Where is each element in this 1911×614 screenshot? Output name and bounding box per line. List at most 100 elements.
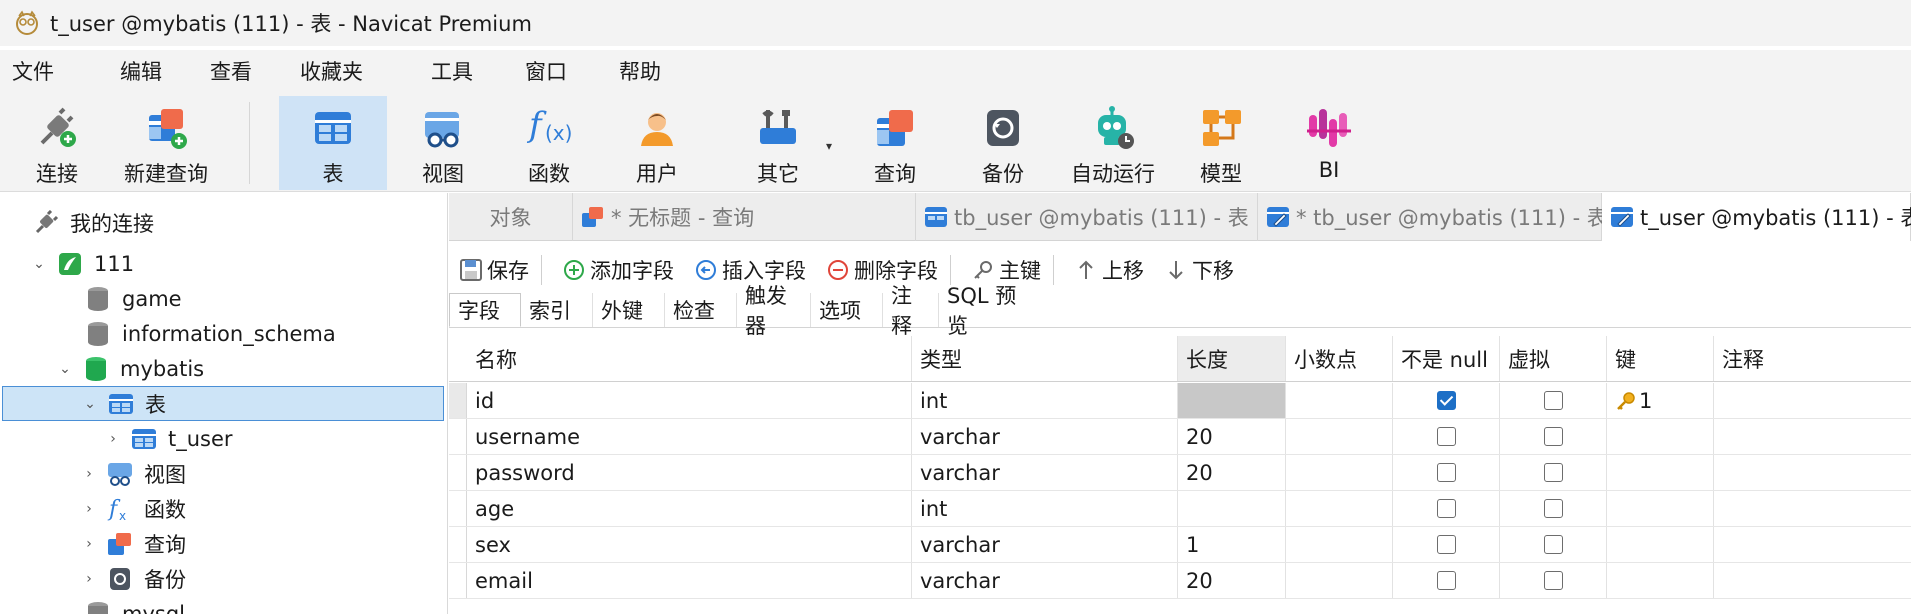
menu-tools[interactable]: 工具: [419, 50, 485, 94]
view-button[interactable]: 视图: [410, 96, 476, 190]
tab-t-user-table[interactable]: t_user @mybatis (111) - 表: [1602, 193, 1911, 241]
new-query-button[interactable]: 新建查询: [116, 96, 216, 190]
subtab-checks[interactable]: 检查: [665, 293, 737, 327]
not-null-checkbox[interactable]: [1436, 427, 1456, 446]
key-cell[interactable]: [1607, 527, 1714, 562]
column-header-comment[interactable]: 注释: [1714, 336, 1911, 381]
row-selector[interactable]: [449, 563, 467, 598]
field-name-cell[interactable]: age: [467, 491, 912, 526]
field-length-cell[interactable]: 1: [1178, 527, 1286, 562]
menu-help[interactable]: 帮助: [607, 50, 673, 94]
field-comment-cell[interactable]: [1714, 383, 1911, 418]
chevron-right-icon[interactable]: ›: [104, 431, 122, 447]
move-up-button[interactable]: 上移: [1068, 250, 1150, 290]
field-name-cell[interactable]: username: [467, 419, 912, 454]
field-decimals-cell[interactable]: [1286, 455, 1393, 490]
column-header-name[interactable]: 名称: [467, 336, 912, 381]
field-length-cell[interactable]: 20: [1178, 563, 1286, 598]
field-type-cell[interactable]: int: [912, 383, 1178, 418]
menu-view[interactable]: 查看: [198, 50, 264, 94]
connect-button[interactable]: 连接: [18, 96, 96, 190]
menu-favorites[interactable]: 收藏夹: [288, 50, 375, 94]
field-name-cell[interactable]: email: [467, 563, 912, 598]
subtab-indexes[interactable]: 索引: [521, 293, 593, 327]
field-decimals-cell[interactable]: [1286, 419, 1393, 454]
table-row[interactable]: email varchar 20: [449, 563, 1911, 599]
chevron-right-icon[interactable]: ›: [80, 466, 98, 482]
column-header-decimals[interactable]: 小数点: [1286, 336, 1393, 381]
virtual-checkbox[interactable]: [1543, 499, 1563, 518]
database-mysql[interactable]: mysql: [84, 596, 185, 614]
field-decimals-cell[interactable]: [1286, 563, 1393, 598]
column-header-length[interactable]: 长度: [1178, 336, 1286, 381]
automation-button[interactable]: 自动运行: [1070, 96, 1156, 190]
row-selector[interactable]: [449, 455, 467, 490]
subtab-triggers[interactable]: 触发器: [737, 284, 811, 338]
tab-tb-user-table-modified[interactable]: * tb_user @mybatis (111) - 表: [1258, 193, 1608, 241]
field-comment-cell[interactable]: [1714, 455, 1911, 490]
chevron-down-icon[interactable]: ⌄: [30, 256, 48, 272]
menu-window[interactable]: 窗口: [513, 50, 579, 94]
key-cell[interactable]: [1607, 419, 1714, 454]
virtual-checkbox[interactable]: [1543, 535, 1563, 554]
functions-node[interactable]: › fx 函数: [80, 491, 186, 526]
field-comment-cell[interactable]: [1714, 527, 1911, 562]
field-type-cell[interactable]: varchar: [912, 455, 1178, 490]
subtab-options[interactable]: 选项: [811, 293, 883, 327]
function-button[interactable]: f (x) 函数: [516, 96, 582, 190]
tab-objects[interactable]: 对象: [449, 193, 573, 241]
virtual-checkbox[interactable]: [1543, 463, 1563, 482]
menu-file[interactable]: 文件: [0, 50, 66, 94]
not-null-checkbox[interactable]: [1436, 571, 1456, 590]
row-selector[interactable]: [449, 383, 467, 418]
field-type-cell[interactable]: varchar: [912, 419, 1178, 454]
row-selector[interactable]: [449, 491, 467, 526]
backups-node[interactable]: › 备份: [80, 561, 186, 596]
table-row[interactable]: password varchar 20: [449, 455, 1911, 491]
virtual-checkbox[interactable]: [1543, 571, 1563, 590]
field-length-cell[interactable]: [1178, 491, 1286, 526]
column-header-not-null[interactable]: 不是 null: [1393, 336, 1500, 381]
chevron-down-icon[interactable]: ⌄: [56, 361, 74, 377]
field-comment-cell[interactable]: [1714, 419, 1911, 454]
chevron-right-icon[interactable]: ›: [80, 571, 98, 587]
field-comment-cell[interactable]: [1714, 491, 1911, 526]
row-selector[interactable]: [449, 527, 467, 562]
database-game[interactable]: game: [84, 281, 182, 316]
connection-111[interactable]: ⌄ 111: [30, 246, 134, 281]
field-type-cell[interactable]: varchar: [912, 527, 1178, 562]
database-information-schema[interactable]: information_schema: [84, 316, 336, 351]
field-name-cell[interactable]: sex: [467, 527, 912, 562]
field-length-cell[interactable]: 20: [1178, 455, 1286, 490]
key-cell[interactable]: [1607, 455, 1714, 490]
virtual-checkbox[interactable]: [1543, 427, 1563, 446]
tab-untitled-query[interactable]: * 无标题 - 查询: [573, 193, 916, 241]
field-length-cell[interactable]: 20: [1178, 419, 1286, 454]
key-cell[interactable]: [1607, 563, 1714, 598]
move-down-button[interactable]: 下移: [1158, 250, 1240, 290]
table-row[interactable]: age int: [449, 491, 1911, 527]
subtab-foreign-keys[interactable]: 外键: [593, 293, 665, 327]
other-button[interactable]: 其它: [742, 96, 814, 190]
user-button[interactable]: 用户: [624, 96, 690, 190]
subtab-fields[interactable]: 字段: [449, 293, 521, 327]
table-row[interactable]: sex varchar 1: [449, 527, 1911, 563]
tab-tb-user-table[interactable]: tb_user @mybatis (111) - 表: [916, 193, 1258, 241]
other-dropdown-caret-icon[interactable]: ▾: [826, 139, 832, 153]
my-connections-header[interactable]: 我的连接: [32, 205, 154, 240]
chevron-right-icon[interactable]: ›: [80, 501, 98, 517]
column-header-virtual[interactable]: 虚拟: [1500, 336, 1607, 381]
field-type-cell[interactable]: int: [912, 491, 1178, 526]
field-name-cell[interactable]: id: [467, 383, 912, 418]
not-null-checkbox[interactable]: [1436, 499, 1456, 518]
not-null-checkbox[interactable]: [1436, 463, 1456, 482]
field-length-cell[interactable]: [1178, 383, 1286, 418]
column-header-type[interactable]: 类型: [912, 336, 1178, 381]
key-cell[interactable]: 1: [1607, 383, 1714, 418]
chevron-down-icon[interactable]: ⌄: [81, 396, 99, 412]
backup-button[interactable]: 备份: [970, 96, 1036, 190]
field-decimals-cell[interactable]: [1286, 527, 1393, 562]
views-node[interactable]: › 视图: [80, 456, 186, 491]
save-button[interactable]: 保存: [453, 250, 535, 290]
subtab-comment[interactable]: 注释: [883, 284, 939, 338]
